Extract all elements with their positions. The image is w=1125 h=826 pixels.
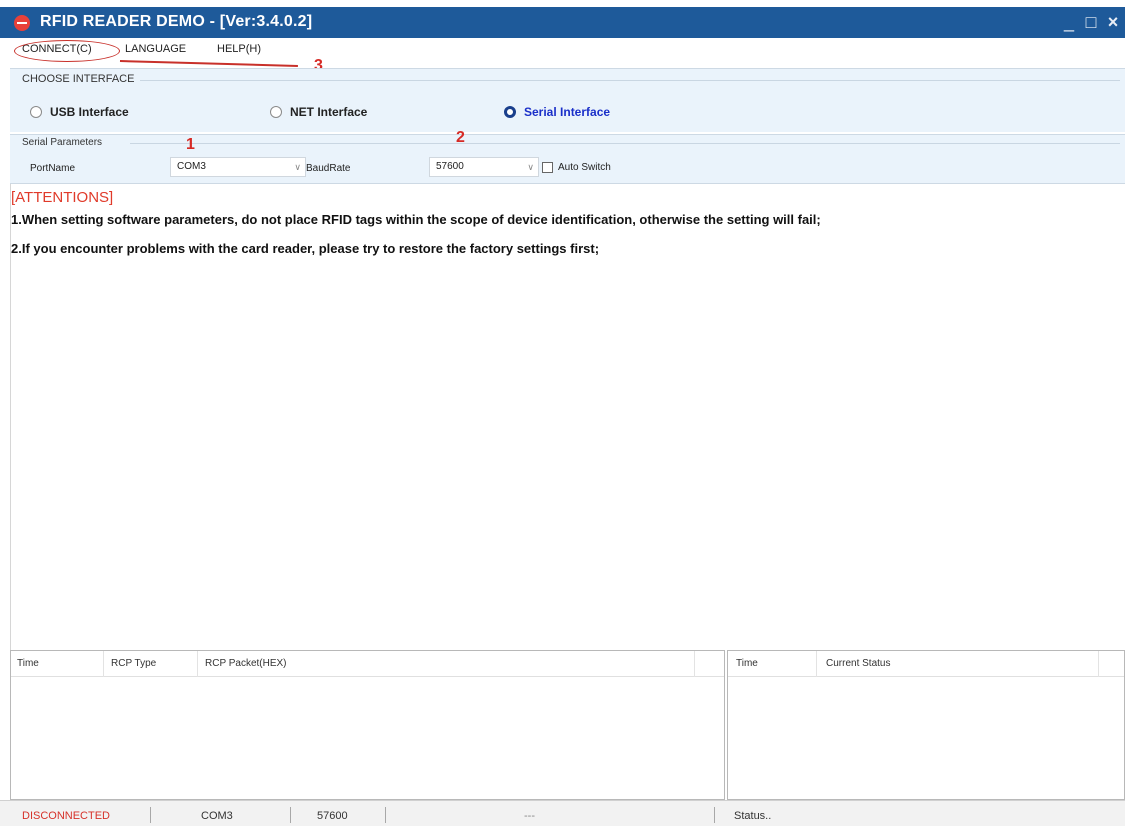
group-divider: [140, 80, 1120, 81]
chevron-down-icon: ∨: [527, 162, 534, 172]
status-log-header: Time Current Status: [728, 651, 1124, 677]
radio-serial-label: Serial Interface: [524, 105, 611, 119]
menu-bar: CONNECT(C) LANGUAGE HELP(H): [0, 38, 1125, 60]
radio-serial-interface[interactable]: Serial Interface: [504, 105, 610, 119]
serial-parameters-title: Serial Parameters: [22, 137, 103, 148]
column-header-current-status[interactable]: Current Status: [826, 658, 890, 669]
column-divider: [197, 651, 198, 677]
radio-usb-interface[interactable]: USB Interface: [30, 105, 129, 119]
status-divider: [714, 807, 715, 823]
column-divider: [816, 651, 817, 677]
rcp-log-table[interactable]: Time RCP Type RCP Packet(HEX): [10, 650, 725, 800]
port-name-value: COM3: [177, 161, 206, 172]
close-button[interactable]: ×: [1103, 12, 1123, 32]
column-header-rcp-type[interactable]: RCP Type: [111, 658, 156, 669]
window-title: RFID READER DEMO - [Ver:3.4.0.2]: [40, 13, 313, 30]
radio-net-interface[interactable]: NET Interface: [270, 105, 367, 119]
connection-status: DISCONNECTED: [22, 810, 111, 822]
group-divider: [130, 143, 1120, 144]
annotation-number-2: 2: [456, 129, 465, 146]
maximize-button[interactable]: □: [1081, 12, 1101, 32]
title-bar: RFID READER DEMO - [Ver:3.4.0.2] _ □ ×: [0, 0, 1125, 38]
annotation-circle: [14, 40, 120, 62]
status-log-table[interactable]: Time Current Status: [727, 650, 1125, 800]
choose-interface-group: CHOOSE INTERFACE USB Interface NET Inter…: [10, 68, 1125, 132]
attention-line-1: 1.When setting software parameters, do n…: [11, 212, 821, 227]
column-divider: [103, 651, 104, 677]
status-divider: [290, 807, 291, 823]
column-header-rcp-packet[interactable]: RCP Packet(HEX): [205, 658, 287, 669]
status-bar: DISCONNECTED COM3 57600 --- Status..: [0, 800, 1125, 826]
status-divider: [150, 807, 151, 823]
choose-interface-title: CHOOSE INTERFACE: [22, 73, 135, 85]
attention-area: [ATTENTIONS] 1.When setting software par…: [10, 184, 1125, 650]
annotation-number-1: 1: [186, 136, 195, 153]
column-divider: [694, 651, 695, 677]
radio-unselected-icon: [270, 106, 282, 118]
baud-rate-select[interactable]: 57600 ∨: [429, 157, 539, 177]
status-baud-rate: 57600: [317, 810, 348, 822]
radio-selected-icon: [504, 106, 516, 118]
auto-switch-label: Auto Switch: [558, 162, 611, 173]
radio-unselected-icon: [30, 106, 42, 118]
status-message: Status..: [734, 810, 772, 822]
auto-switch-checkbox[interactable]: [542, 162, 553, 173]
status-divider: [385, 807, 386, 823]
rcp-log-header: Time RCP Type RCP Packet(HEX): [11, 651, 724, 677]
column-header-time[interactable]: Time: [17, 658, 39, 669]
radio-usb-label: USB Interface: [50, 105, 129, 119]
annotation-underline: [119, 60, 298, 67]
attention-title: [ATTENTIONS]: [11, 189, 114, 206]
minimize-button[interactable]: _: [1059, 12, 1079, 32]
chevron-down-icon: ∨: [294, 162, 301, 172]
status-port: COM3: [201, 810, 233, 822]
baud-rate-value: 57600: [436, 161, 464, 172]
app-icon: [14, 15, 30, 31]
menu-language[interactable]: LANGUAGE: [125, 43, 186, 55]
attention-line-2: 2.If you encounter problems with the car…: [11, 241, 600, 256]
column-divider: [1098, 651, 1099, 677]
serial-parameters-group: Serial Parameters PortName COM3 ∨ BaudRa…: [10, 134, 1125, 184]
port-name-select[interactable]: COM3 ∨: [170, 157, 306, 177]
radio-net-label: NET Interface: [290, 105, 368, 119]
menu-help[interactable]: HELP(H): [217, 43, 261, 55]
column-header-time[interactable]: Time: [736, 658, 758, 669]
baud-rate-label: BaudRate: [306, 163, 351, 174]
status-placeholder: ---: [524, 810, 535, 822]
port-name-label: PortName: [30, 163, 76, 174]
